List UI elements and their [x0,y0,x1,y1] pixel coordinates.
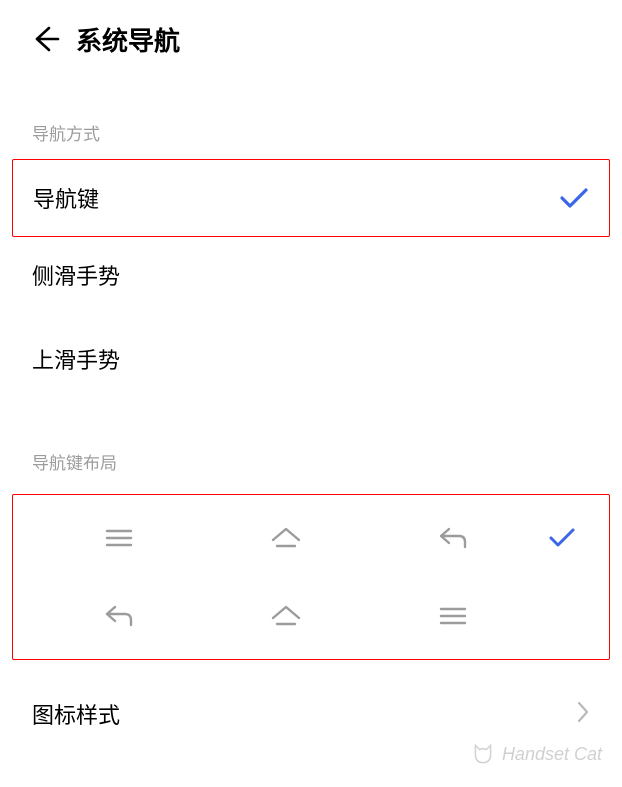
highlight-layout-options [12,494,610,660]
key-group [35,523,537,553]
layout-option-2[interactable] [21,593,601,639]
icon-style-label: 图标样式 [32,698,120,730]
check-icon [559,186,589,210]
watermark-text: Handset Cat [502,744,602,765]
home-icon [202,523,369,553]
back-arrow-icon [31,24,61,54]
home-icon [202,601,369,631]
option-nav-keys[interactable]: 导航键 [13,160,609,236]
option-label: 导航键 [33,182,99,214]
layout-option-1[interactable] [21,515,601,561]
page-title: 系统导航 [76,21,180,58]
back-icon [35,601,202,631]
key-group [35,601,537,631]
watermark-icon [470,741,496,767]
option-up-swipe[interactable]: 上滑手势 [0,321,622,397]
section-label-nav-layout: 导航键布局 [0,449,622,474]
section-label-nav-method: 导航方式 [0,120,622,145]
menu-icon [370,601,537,631]
watermark: Handset Cat [470,741,602,767]
header: 系统导航 [0,0,622,60]
menu-icon [35,523,202,553]
check-icon [537,527,587,549]
icon-style-row[interactable]: 图标样式 [0,678,622,730]
back-button[interactable] [28,21,64,57]
option-label: 侧滑手势 [32,259,120,291]
highlight-selected-option: 导航键 [12,159,610,237]
option-label: 上滑手势 [32,343,120,375]
chevron-right-icon [576,700,590,729]
option-side-swipe[interactable]: 侧滑手势 [0,237,622,313]
back-icon [370,523,537,553]
